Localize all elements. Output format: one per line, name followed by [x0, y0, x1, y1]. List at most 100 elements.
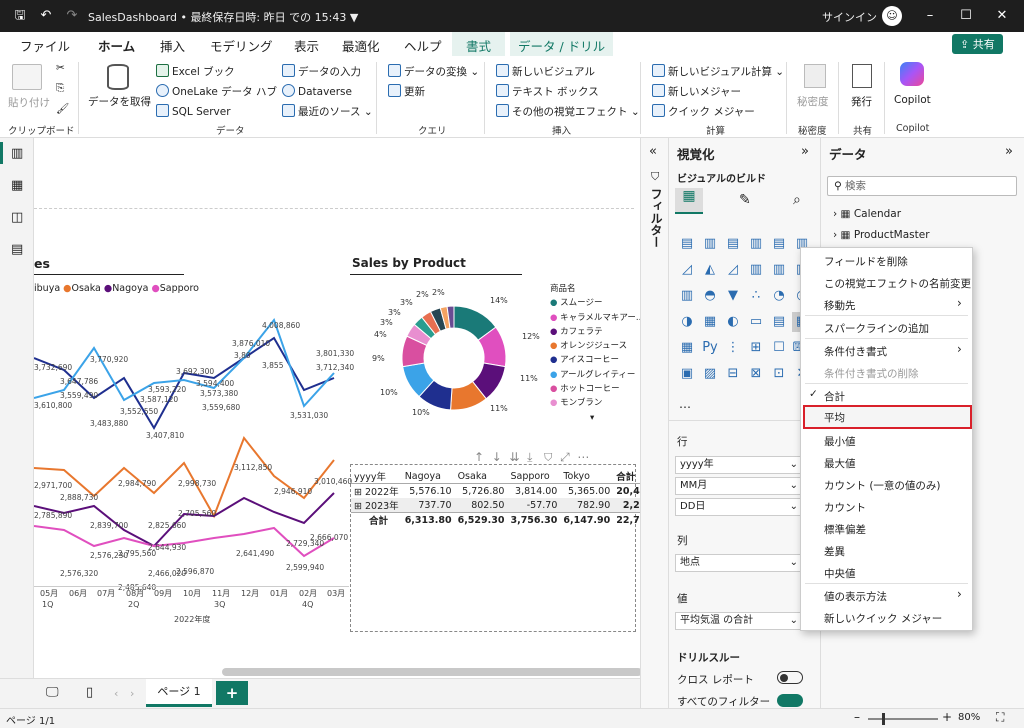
- dataverse-button[interactable]: Dataverse: [282, 84, 352, 98]
- expand-icon[interactable]: ⊞: [354, 501, 362, 512]
- rows-field-dd[interactable]: DD日 ⌄: [675, 498, 803, 516]
- visual-type-icon[interactable]: ⊞: [746, 338, 766, 358]
- visual-type-icon[interactable]: Py: [700, 338, 720, 358]
- save-icon[interactable]: 🖫: [10, 6, 30, 26]
- tab-format[interactable]: 書式: [452, 32, 506, 56]
- menu-item-remove-field[interactable]: フィールドを削除: [824, 254, 908, 269]
- visual-type-icon[interactable]: ⋮: [723, 338, 743, 358]
- row-header[interactable]: ⊞ 2022年: [351, 484, 402, 498]
- maximize-icon[interactable]: ☐: [956, 6, 976, 26]
- visual-type-icon[interactable]: ▥: [677, 286, 697, 306]
- paste-icon[interactable]: [12, 64, 42, 90]
- expand-next-level-icon[interactable]: ⇊: [509, 450, 519, 464]
- legend-osaka[interactable]: Osaka: [71, 283, 100, 294]
- next-page-icon[interactable]: ›: [130, 687, 134, 700]
- visual-type-icon[interactable]: ▤: [769, 312, 789, 332]
- rows-field-yyyy[interactable]: yyyy年 ⌄: [675, 456, 803, 474]
- visual-type-icon[interactable]: ⊟: [723, 364, 743, 384]
- fit-to-page-icon[interactable]: ⛶: [996, 710, 1004, 725]
- onelake-button[interactable]: OneLake データ ハブ ⌄: [156, 84, 289, 99]
- columns-field[interactable]: 地点 ⌄: [675, 554, 803, 572]
- collapse-icon[interactable]: »: [1005, 144, 1013, 159]
- legend-item[interactable]: ● アイスコーヒー: [550, 353, 644, 367]
- visual-type-icon[interactable]: ▥: [746, 260, 766, 280]
- report-canvas[interactable]: es ibuya ●Osaka ●Nagoya ●Sapporo 3,732,6…: [34, 138, 673, 678]
- visual-type-icon[interactable]: ◿: [677, 260, 697, 280]
- table-item-productmaster[interactable]: › ▦ ProductMaster: [833, 229, 930, 241]
- legend-item[interactable]: ● オレンジジュース: [550, 339, 644, 353]
- menu-item-move-to[interactable]: 移動先: [824, 298, 856, 313]
- legend-scroll-down-icon[interactable]: ▾: [550, 411, 644, 425]
- visual-type-icon[interactable]: ☐: [769, 338, 789, 358]
- legend-item[interactable]: ● アールグレイティー: [550, 368, 644, 382]
- visual-type-icon[interactable]: ▦: [677, 338, 697, 358]
- legend-item[interactable]: ● スムージー: [550, 296, 644, 310]
- drill-down-icon[interactable]: ↓: [492, 450, 502, 464]
- more-visuals-icon[interactable]: ⋯: [679, 400, 691, 414]
- rows-field-mm[interactable]: MM月 ⌄: [675, 477, 803, 495]
- get-data-button[interactable]: データを取得: [88, 94, 151, 109]
- visual-type-icon[interactable]: ⊠: [746, 364, 766, 384]
- excel-button[interactable]: Excel ブック: [156, 64, 235, 79]
- zoom-out-icon[interactable]: –: [854, 710, 860, 724]
- visual-type-icon[interactable]: ▭: [746, 312, 766, 332]
- tab-data-drill[interactable]: データ / ドリル: [510, 32, 614, 56]
- zoom-slider-handle[interactable]: [882, 713, 885, 725]
- enter-data-button[interactable]: データの入力: [282, 64, 361, 79]
- collapse-icon[interactable]: »: [801, 144, 809, 159]
- format-visual-icon[interactable]: ✎: [739, 192, 751, 208]
- format-painter-icon[interactable]: 🖌: [56, 102, 69, 115]
- visual-type-icon[interactable]: ▣: [677, 364, 697, 384]
- tab-help[interactable]: ヘルプ: [404, 36, 442, 55]
- table-view-icon[interactable]: ▦: [11, 178, 23, 193]
- values-field[interactable]: 平均気温 の合計 ⌄: [675, 612, 803, 630]
- zoom-slider[interactable]: [868, 718, 938, 720]
- menu-item-new-quick-measure[interactable]: 新しいクイック メジャー: [824, 611, 942, 626]
- visual-type-icon[interactable]: ▼: [723, 286, 743, 306]
- mobile-layout-icon[interactable]: ▯: [86, 685, 93, 700]
- file-title[interactable]: SalesDashboard • 最終保存日時: 昨日 での 15:43 ▼: [88, 9, 358, 25]
- tab-file[interactable]: ファイル: [20, 36, 70, 55]
- tab-view[interactable]: 表示: [294, 36, 319, 55]
- horizontal-scrollbar[interactable]: [222, 668, 642, 676]
- visual-type-icon[interactable]: ▥: [746, 234, 766, 254]
- visual-type-icon[interactable]: ◭: [700, 260, 720, 280]
- prev-page-icon[interactable]: ‹: [114, 687, 118, 700]
- search-input[interactable]: ⚲ 検索: [827, 176, 1017, 196]
- page-tab-1[interactable]: ページ 1: [146, 679, 212, 707]
- menu-item-min[interactable]: 最小値: [824, 434, 856, 449]
- legend-item[interactable]: ● モンブラン: [550, 396, 644, 410]
- refresh-button[interactable]: 更新: [388, 84, 425, 99]
- close-icon[interactable]: ✕: [992, 6, 1012, 26]
- sql-server-button[interactable]: SQL Server: [156, 104, 231, 118]
- undo-icon[interactable]: ↶: [36, 6, 56, 26]
- legend-item[interactable]: ● カフェラテ: [550, 325, 644, 339]
- minimize-icon[interactable]: –: [920, 6, 940, 26]
- redo-icon[interactable]: ↷: [62, 6, 82, 26]
- focus-mode-icon[interactable]: ⤢: [560, 450, 570, 464]
- new-visual-button[interactable]: 新しいビジュアル: [496, 64, 595, 79]
- menu-item-sum[interactable]: 合計: [824, 389, 845, 404]
- legend-sapporo[interactable]: Sapporo: [160, 283, 199, 294]
- model-view-icon[interactable]: ◫: [11, 210, 23, 225]
- filter-pane-collapsed[interactable]: « ⛉ フィルター: [640, 138, 668, 708]
- legend-item[interactable]: ● キャラメルマキアー...: [550, 311, 644, 325]
- menu-item-count-distinct[interactable]: カウント (一意の値のみ): [824, 478, 941, 493]
- col-header[interactable]: Tokyo: [560, 469, 613, 484]
- visual-type-icon[interactable]: ▨: [700, 364, 720, 384]
- expand-icon[interactable]: ⊞: [354, 487, 362, 498]
- visual-type-icon[interactable]: ▦: [700, 312, 720, 332]
- legend-nagoya[interactable]: Nagoya: [112, 283, 148, 294]
- cut-icon[interactable]: ✂: [56, 62, 65, 74]
- col-header[interactable]: Sapporo: [507, 469, 560, 484]
- visual-type-icon[interactable]: ◿: [723, 260, 743, 280]
- expand-left-icon[interactable]: «: [649, 144, 657, 159]
- publish-button[interactable]: 発行: [851, 94, 872, 109]
- legend-shibuya[interactable]: ibuya: [34, 283, 60, 294]
- visual-type-icon[interactable]: ▤: [723, 234, 743, 254]
- row-header[interactable]: ⊞ 2023年: [351, 498, 402, 513]
- tab-modeling[interactable]: モデリング: [210, 36, 273, 55]
- signin-link[interactable]: サインイン: [822, 9, 877, 25]
- cross-report-toggle[interactable]: [777, 671, 803, 684]
- legend-item[interactable]: ● ホットコーヒー: [550, 382, 644, 396]
